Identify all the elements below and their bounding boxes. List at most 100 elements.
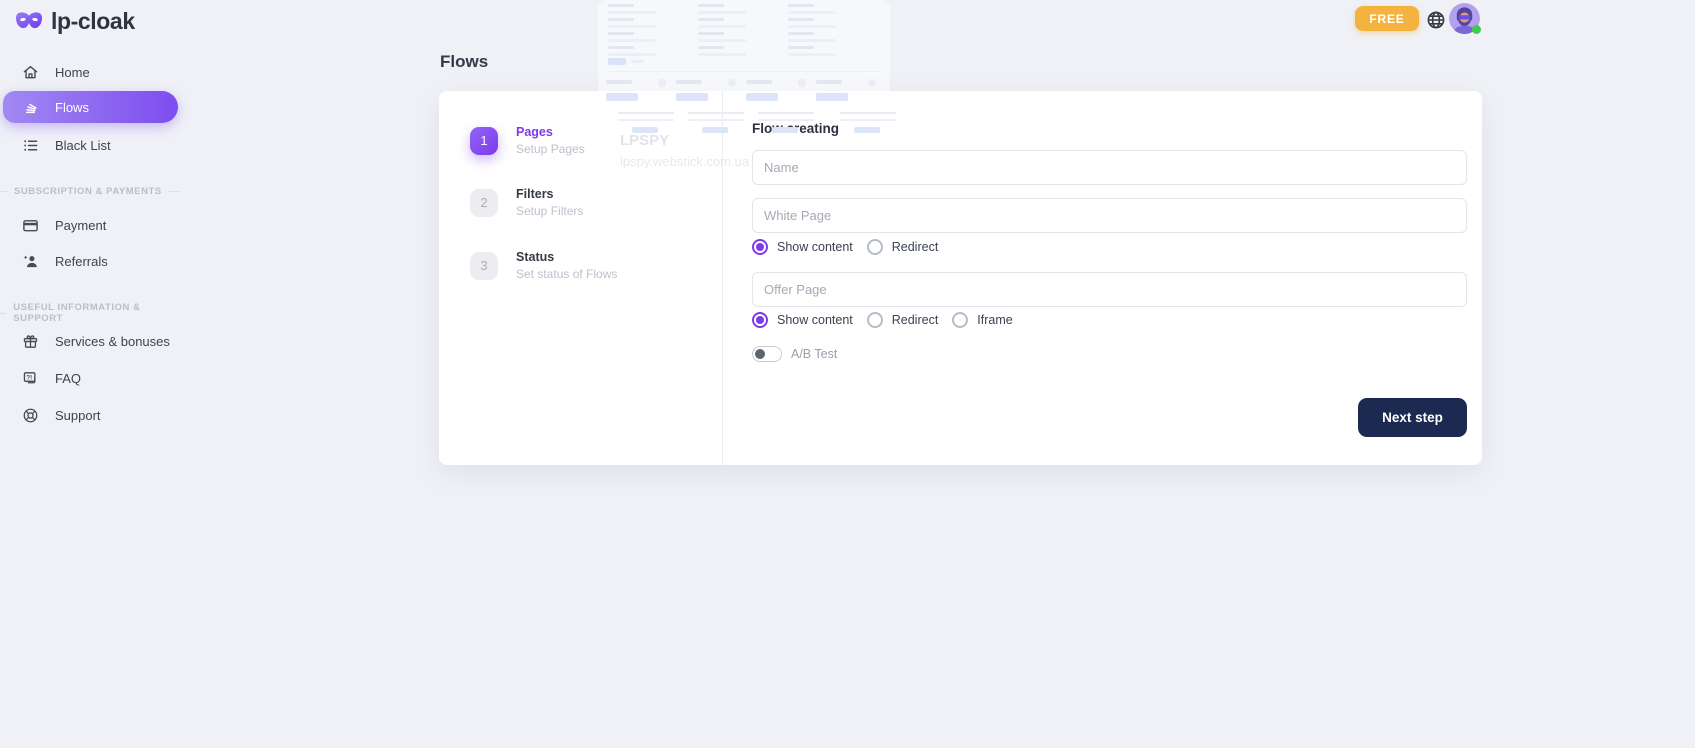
radio-unselected-icon bbox=[867, 312, 883, 328]
ghost-panel bbox=[598, 0, 890, 91]
wizard-step-pages[interactable]: 1 Pages Setup Pages bbox=[470, 125, 585, 156]
white-page-show-content-option[interactable]: Show content bbox=[752, 239, 853, 255]
flow-creating-card: 1 Pages Setup Pages 2 Filters Setup Filt… bbox=[439, 91, 1482, 465]
sidebar-item-black-list[interactable]: Black List bbox=[0, 131, 180, 159]
home-icon bbox=[21, 63, 39, 81]
ghost-bar bbox=[788, 18, 814, 21]
ghost-bar bbox=[698, 53, 746, 56]
payment-card-icon bbox=[21, 216, 39, 234]
step-sublabel: Setup Pages bbox=[516, 142, 585, 156]
sidebar-item-label: Flows bbox=[55, 100, 89, 115]
sidebar-section-title: USEFUL INFORMATION & SUPPORT bbox=[13, 302, 173, 324]
ghost-bar bbox=[698, 46, 724, 49]
sidebar-item-label: Support bbox=[55, 408, 101, 423]
sidebar-item-home[interactable]: Home bbox=[0, 58, 180, 86]
ghost-bar bbox=[608, 11, 656, 14]
offer-page-show-content-option[interactable]: Show content bbox=[752, 312, 853, 328]
ghost-bar bbox=[788, 46, 814, 49]
step-label: Pages bbox=[516, 125, 585, 140]
sidebar-section-support: USEFUL INFORMATION & SUPPORT bbox=[0, 302, 180, 324]
step-number-badge: 2 bbox=[470, 189, 498, 217]
ghost-bar bbox=[788, 4, 814, 7]
sidebar-item-referrals[interactable]: Referrals bbox=[0, 247, 180, 275]
radio-selected-icon bbox=[752, 239, 768, 255]
ghost-bar bbox=[608, 53, 656, 56]
ghost-bar bbox=[788, 32, 814, 35]
ghost-bar bbox=[788, 53, 836, 56]
sidebar-section-title: SUBSCRIPTION & PAYMENTS bbox=[14, 186, 162, 197]
step-sublabel: Set status of Flows bbox=[516, 267, 617, 281]
ghost-bar bbox=[608, 25, 656, 28]
ghost-bar bbox=[632, 60, 644, 63]
offer-page-input[interactable] bbox=[752, 272, 1467, 307]
radio-label: Redirect bbox=[892, 240, 939, 254]
ghost-bar bbox=[608, 4, 634, 7]
ghost-bar bbox=[816, 80, 842, 84]
brand-name: lp-cloak bbox=[51, 8, 135, 35]
ghost-bar bbox=[676, 80, 702, 84]
blacklist-icon bbox=[21, 136, 39, 154]
plan-badge[interactable]: FREE bbox=[1355, 6, 1419, 31]
sidebar-item-payment[interactable]: Payment bbox=[0, 211, 180, 239]
sidebar-item-label: Services & bonuses bbox=[55, 334, 170, 349]
ghost-bar bbox=[868, 79, 876, 87]
sidebar-item-flows[interactable]: Flows bbox=[3, 91, 178, 123]
ghost-bar bbox=[698, 11, 746, 14]
sidebar-item-services[interactable]: Services & bonuses bbox=[0, 327, 180, 355]
wizard-step-filters[interactable]: 2 Filters Setup Filters bbox=[470, 187, 583, 218]
sidebar-item-label: Home bbox=[55, 65, 90, 80]
ghost-bar bbox=[608, 46, 634, 49]
ghost-bar bbox=[728, 79, 736, 87]
sidebar-section-subscription: SUBSCRIPTION & PAYMENTS bbox=[0, 186, 180, 197]
radio-label: Redirect bbox=[892, 313, 939, 327]
white-page-input[interactable] bbox=[752, 198, 1467, 233]
ghost-bar bbox=[608, 32, 634, 35]
step-label: Status bbox=[516, 250, 617, 265]
radio-label: Iframe bbox=[977, 313, 1012, 327]
ghost-bar bbox=[698, 32, 724, 35]
next-step-button[interactable]: Next step bbox=[1358, 398, 1467, 437]
white-page-redirect-option[interactable]: Redirect bbox=[867, 239, 939, 255]
sidebar-item-label: Black List bbox=[55, 138, 111, 153]
ghost-bar bbox=[608, 39, 656, 42]
ghost-bar bbox=[698, 4, 724, 7]
ghost-bar bbox=[698, 39, 746, 42]
ghost-bar bbox=[606, 80, 632, 84]
flow-name-input[interactable] bbox=[752, 150, 1467, 185]
offer-page-iframe-option[interactable]: Iframe bbox=[952, 312, 1012, 328]
sidebar: Home Flows Black List SUBSCRIPTION & PAY… bbox=[0, 0, 180, 748]
sidebar-item-support[interactable]: Support bbox=[0, 401, 180, 429]
language-globe-icon[interactable] bbox=[1426, 10, 1446, 30]
ghost-bar bbox=[606, 71, 882, 72]
ab-test-toggle[interactable] bbox=[752, 346, 782, 362]
step-label: Filters bbox=[516, 187, 583, 202]
ghost-bar bbox=[608, 18, 634, 21]
online-status-dot bbox=[1472, 25, 1481, 34]
sidebar-item-faq[interactable]: ?! FAQ bbox=[0, 364, 180, 392]
offer-page-redirect-option[interactable]: Redirect bbox=[867, 312, 939, 328]
page-title: Flows bbox=[440, 52, 488, 72]
brand-logo[interactable]: lp-cloak bbox=[15, 8, 135, 35]
mask-logo-icon bbox=[15, 11, 43, 32]
faq-icon: ?! bbox=[21, 369, 39, 387]
radio-unselected-icon bbox=[952, 312, 968, 328]
card-divider bbox=[722, 91, 723, 465]
white-page-mode-group: Show content Redirect bbox=[752, 239, 938, 255]
radio-selected-icon bbox=[752, 312, 768, 328]
user-avatar[interactable] bbox=[1449, 3, 1480, 34]
sidebar-item-label: Payment bbox=[55, 218, 106, 233]
ghost-bar bbox=[746, 80, 772, 84]
toggle-knob bbox=[755, 349, 765, 359]
ghost-bar bbox=[788, 11, 836, 14]
wizard-step-status[interactable]: 3 Status Set status of Flows bbox=[470, 250, 617, 281]
step-sublabel: Setup Filters bbox=[516, 204, 583, 218]
ghost-bar bbox=[788, 39, 836, 42]
radio-label: Show content bbox=[777, 240, 853, 254]
ghost-bar bbox=[698, 25, 746, 28]
sidebar-item-label: Referrals bbox=[55, 254, 108, 269]
step-number-badge: 1 bbox=[470, 127, 498, 155]
lifebuoy-icon bbox=[21, 406, 39, 424]
svg-text:?!: ?! bbox=[26, 374, 32, 381]
ghost-bar bbox=[798, 79, 806, 87]
step-number-badge: 3 bbox=[470, 252, 498, 280]
